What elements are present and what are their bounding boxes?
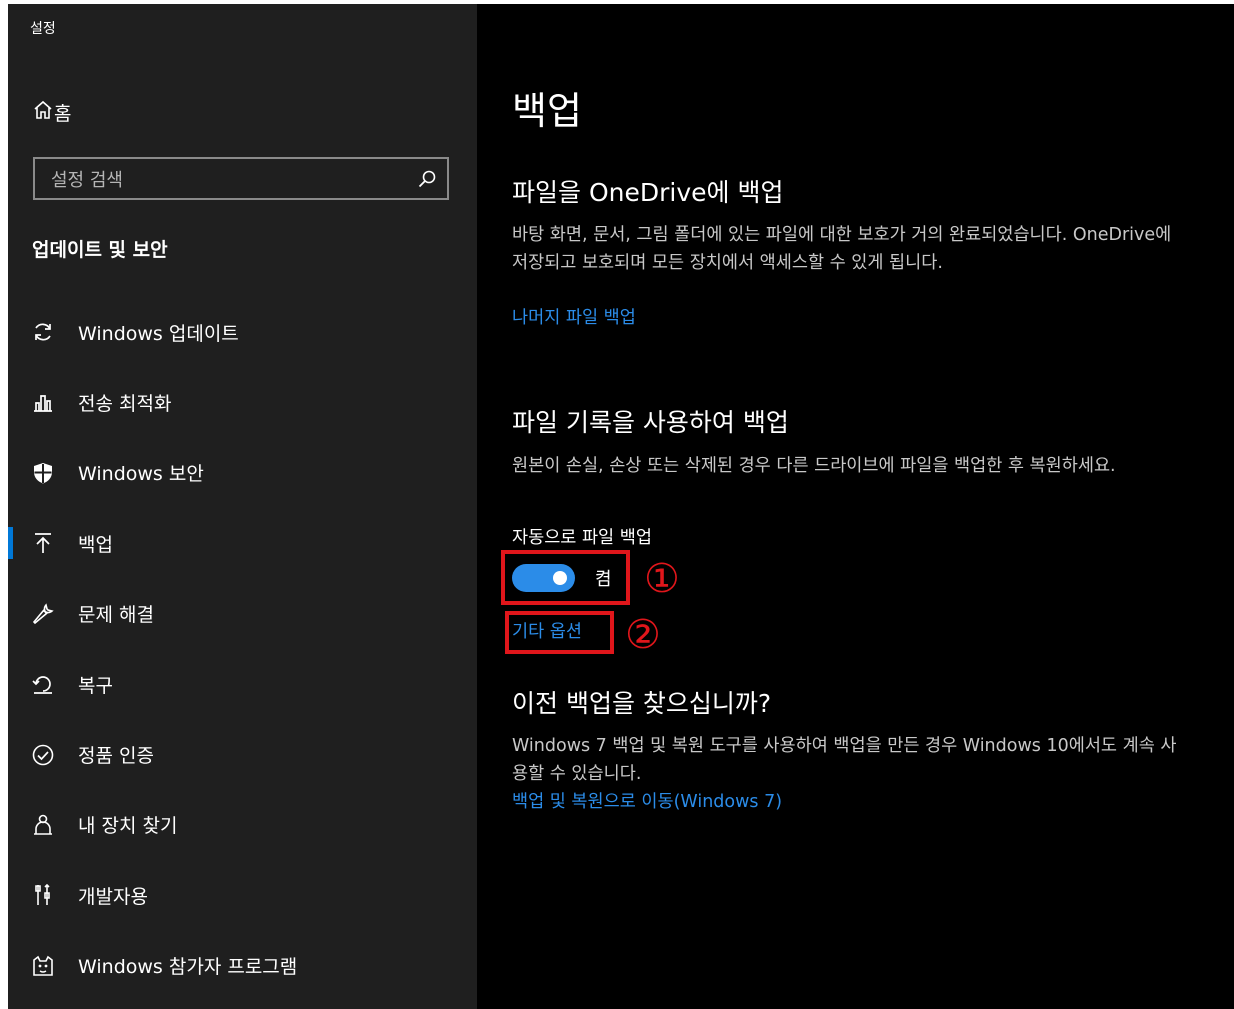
sidebar-item-label: 문제 해결 (78, 604, 154, 627)
sidebar-item-troubleshoot[interactable]: 문제 해결 (8, 579, 477, 649)
sidebar-item-windows-insider[interactable]: Windows 참가자 프로그램 (8, 931, 477, 1001)
sidebar-item-label: Windows 보안 (78, 463, 204, 486)
section-title: 업데이트 및 보안 (32, 239, 168, 261)
sidebar-item-label: 백업 (78, 533, 113, 556)
settings-window: 설정 홈 업데이트 및 보안 Windows 업데이트 (8, 4, 1234, 1009)
developer-tools-icon (31, 883, 55, 907)
file-history-heading: 파일 기록을 사용하여 백업 (512, 408, 789, 437)
highlight-box-2 (505, 611, 614, 654)
file-history-description: 원본이 손실, 손상 또는 삭제된 경우 다른 드라이브에 파일을 백업한 후 … (512, 456, 1116, 476)
older-backup-description: Windows 7 백업 및 복원 도구를 사용하여 백업을 만든 경우 Win… (512, 736, 1177, 784)
shield-icon (31, 461, 55, 485)
search-icon[interactable] (417, 169, 437, 193)
sidebar-item-backup[interactable]: 백업 (8, 508, 477, 578)
older-backup-heading: 이전 백업을 찾으십니까? (512, 689, 772, 718)
sidebar-item-windows-security[interactable]: Windows 보안 (8, 438, 477, 508)
auto-backup-label: 자동으로 파일 백업 (512, 528, 652, 548)
backup-restore-windows7-link[interactable]: 백업 및 복원으로 이동(Windows 7) (512, 788, 782, 813)
check-circle-icon (31, 743, 55, 767)
sidebar-item-activation[interactable]: 정품 인증 (8, 719, 477, 789)
annotation-badge-2: ② (625, 612, 661, 658)
home-icon (32, 99, 54, 125)
sidebar-item-label: 개발자용 (78, 885, 148, 908)
sidebar-item-windows-update[interactable]: Windows 업데이트 (8, 297, 477, 367)
onedrive-description: 바탕 화면, 문서, 그림 폴더에 있는 파일에 대한 보호가 거의 완료되었습… (512, 225, 1172, 273)
sync-icon (31, 320, 55, 344)
onedrive-heading: 파일을 OneDrive에 백업 (512, 178, 784, 207)
backup-remaining-files-link[interactable]: 나머지 파일 백업 (512, 304, 636, 329)
insider-cat-icon (31, 954, 55, 978)
search-input[interactable] (49, 167, 413, 193)
app-title: 설정 (30, 21, 56, 37)
sidebar-item-label: 전송 최적화 (78, 393, 172, 416)
home-label: 홈 (54, 102, 72, 125)
person-location-icon (31, 813, 55, 837)
backup-arrow-icon (31, 531, 55, 555)
wrench-icon (31, 602, 55, 626)
sidebar-item-label: Windows 참가자 프로그램 (78, 956, 298, 979)
sidebar-nav: Windows 업데이트 전송 최적화 Windows 보안 백업 문제 해결 … (8, 297, 477, 1001)
settings-search-box[interactable] (33, 157, 449, 200)
sidebar-item-find-my-device[interactable]: 내 장치 찾기 (8, 790, 477, 860)
sidebar-item-recovery[interactable]: 복구 (8, 649, 477, 719)
sidebar-item-label: 복구 (78, 674, 113, 697)
sidebar: 설정 홈 업데이트 및 보안 Windows 업데이트 (8, 4, 477, 1009)
recovery-icon (31, 672, 55, 696)
delivery-optimization-icon (31, 391, 55, 415)
sidebar-item-delivery-optimization[interactable]: 전송 최적화 (8, 367, 477, 437)
sidebar-item-label: Windows 업데이트 (78, 322, 239, 345)
sidebar-item-label: 정품 인증 (78, 745, 154, 768)
highlight-box-1 (501, 550, 630, 605)
sidebar-item-label: 내 장치 찾기 (78, 815, 178, 838)
annotation-badge-1: ① (644, 556, 680, 602)
sidebar-item-for-developers[interactable]: 개발자용 (8, 860, 477, 930)
page-title: 백업 (512, 89, 582, 133)
home-nav-item[interactable]: 홈 (32, 97, 71, 127)
selected-indicator (8, 527, 13, 560)
